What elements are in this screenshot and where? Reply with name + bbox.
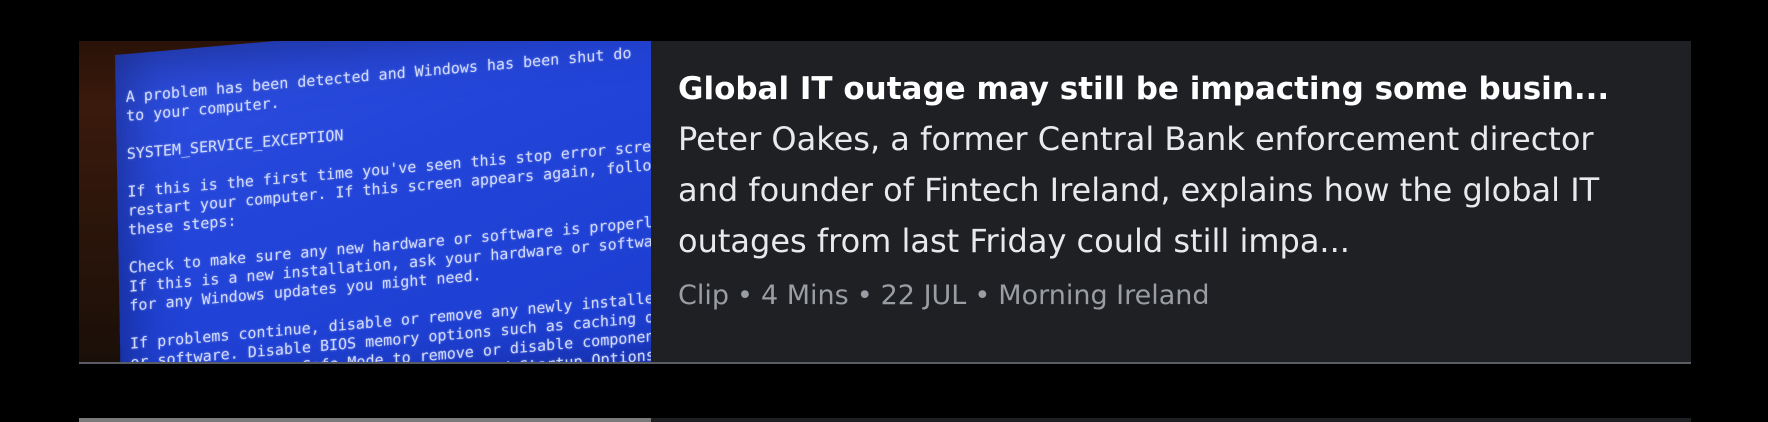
bsod-screen-text: A problem has been detected and Windows … [125,43,651,362]
episode-description: Peter Oakes, a former Central Bank enfor… [678,120,1600,260]
next-card-content-edge [651,418,1691,422]
meta-duration: 4 Mins [760,280,849,311]
next-card-thumbnail-edge [79,418,651,422]
episode-content: Global IT outage may still be impacting … [651,41,1691,362]
meta-programme[interactable]: Morning Ireland [998,280,1209,311]
episode-title[interactable]: Global IT outage may still be impacting … [678,69,1651,109]
meta-type: Clip [678,280,729,311]
meta-separator: • [856,280,873,311]
episode-thumbnail[interactable]: A problem has been detected and Windows … [79,41,651,362]
episode-card[interactable]: A problem has been detected and Windows … [79,41,1691,364]
bsod-screen-image: A problem has been detected and Windows … [115,41,651,362]
meta-separator: • [737,280,753,311]
next-card-edge [79,418,1691,422]
episode-meta: Clip • 4 Mins • 22 JUL • Morning Ireland [678,278,1651,314]
meta-date: 22 JUL [880,280,967,311]
meta-separator: • [974,280,991,311]
